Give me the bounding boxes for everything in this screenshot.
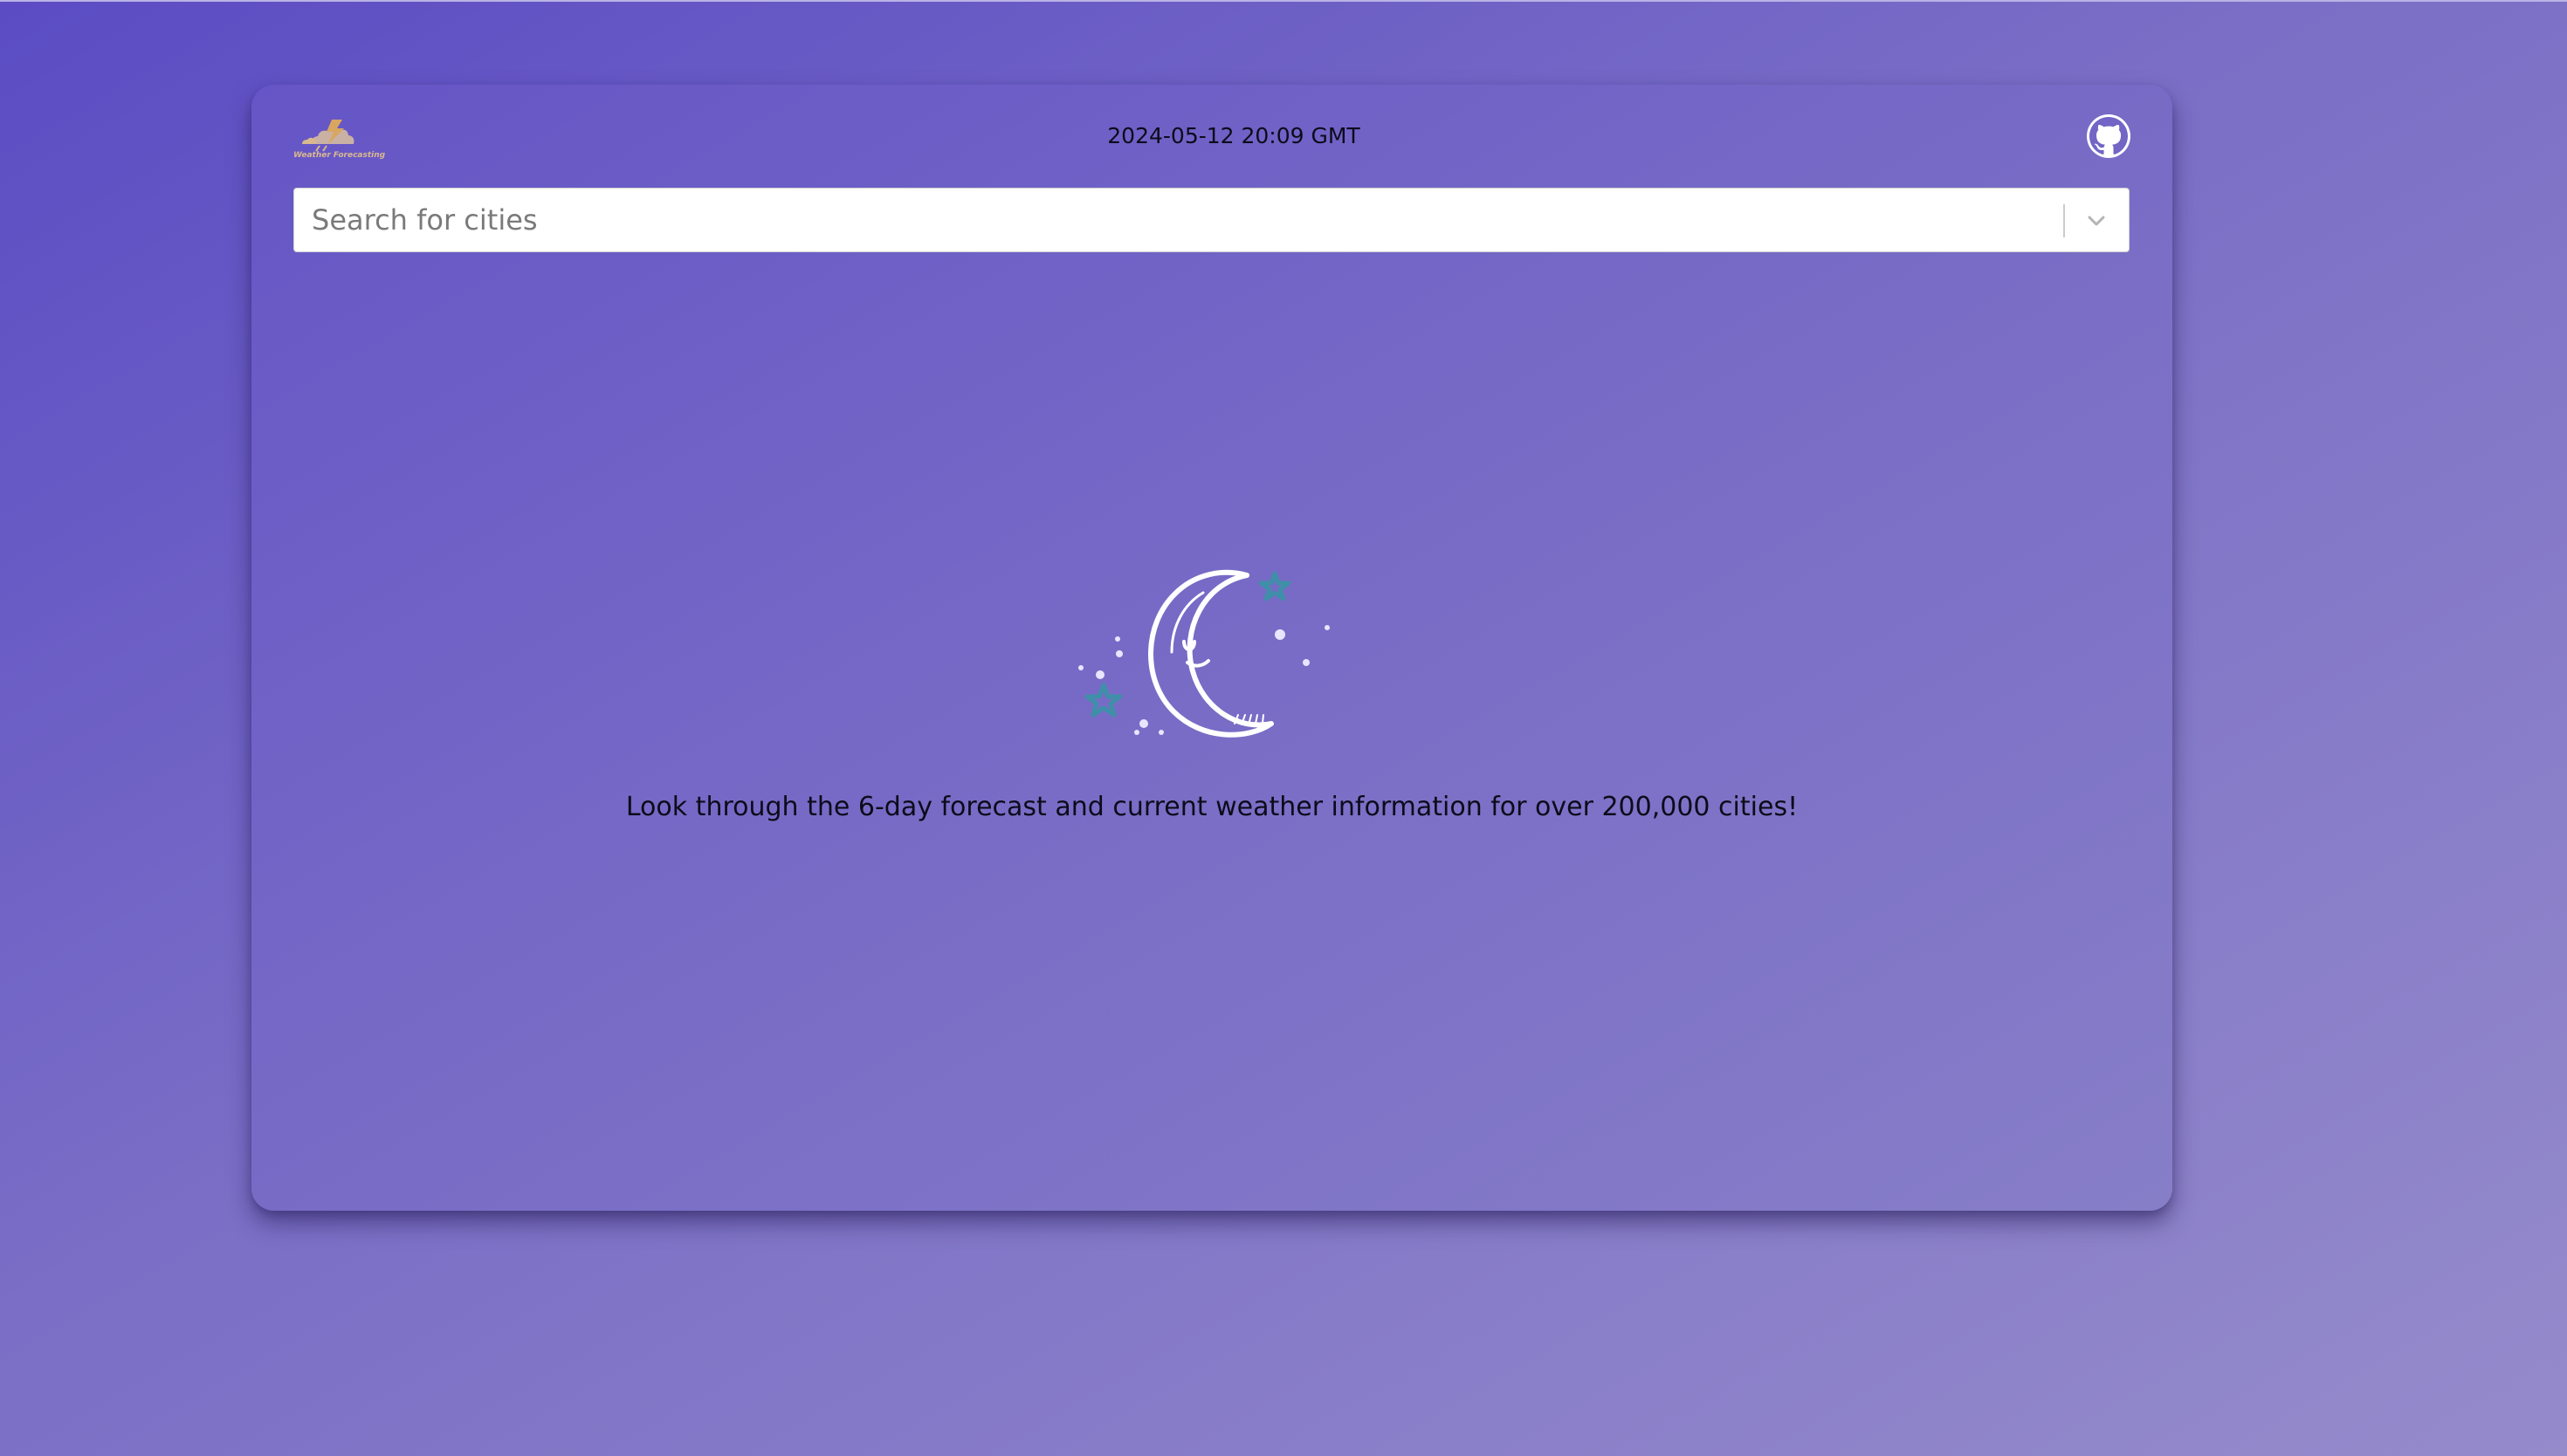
window-top-border: [0, 0, 2567, 2]
logo-text: Weather Forecasting: [293, 151, 386, 160]
search-dropdown-button[interactable]: [2082, 208, 2111, 234]
github-link[interactable]: [2087, 114, 2130, 158]
search-input[interactable]: [312, 189, 2041, 251]
search-separator: [2063, 204, 2065, 237]
moon-icon: [1148, 569, 1274, 738]
city-search[interactable]: [293, 188, 2130, 252]
github-icon: [2089, 117, 2128, 155]
tagline: Look through the 6-day forecast and curr…: [625, 792, 1799, 822]
header: Weather Forecasting 2024-05-12 20:09 GMT: [251, 85, 2172, 189]
chevron-down-icon: [2088, 216, 2105, 226]
star-icon: [1084, 683, 1123, 718]
star-icon: [1258, 571, 1291, 601]
app-card: Weather Forecasting 2024-05-12 20:09 GMT: [251, 85, 2172, 1211]
moon-stars-illustration: [1072, 477, 1352, 757]
current-datetime: 2024-05-12 20:09 GMT: [1107, 123, 1360, 148]
